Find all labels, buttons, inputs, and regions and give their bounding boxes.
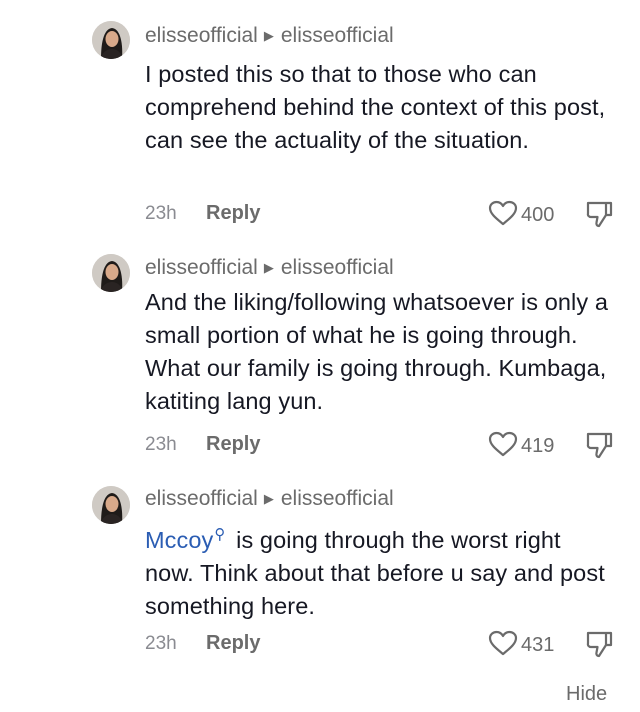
thumbs-down-icon xyxy=(584,201,614,233)
heart-outline-icon xyxy=(488,630,518,661)
reply-to-name[interactable]: elisseofficial xyxy=(281,487,394,510)
reply-button[interactable]: Reply xyxy=(206,202,260,225)
like-count: 419 xyxy=(521,435,555,457)
like-button[interactable]: 431 xyxy=(488,630,554,661)
timestamp: 23h xyxy=(145,203,177,224)
thumbs-down-icon xyxy=(584,631,614,663)
mention-link[interactable]: Mccoy xyxy=(145,527,213,553)
avatar[interactable] xyxy=(92,21,130,59)
like-count: 400 xyxy=(521,204,555,226)
avatar[interactable] xyxy=(92,486,130,524)
author-name[interactable]: elisseofficial xyxy=(145,487,258,510)
comment-meta: elisseofficial ▶ elisseofficial xyxy=(145,24,394,48)
avatar[interactable] xyxy=(92,254,130,292)
hide-replies-button[interactable]: Hide xyxy=(566,683,607,706)
comment-meta: elisseofficial ▶ elisseofficial xyxy=(145,256,394,280)
dislike-button[interactable] xyxy=(584,199,614,234)
heart-outline-icon xyxy=(488,200,518,231)
play-arrow-icon: ▶ xyxy=(263,28,274,43)
comment-text: Mccoy⚲ is going through the worst right … xyxy=(145,518,615,623)
heart-outline-icon xyxy=(488,431,518,462)
search-icon: ⚲ xyxy=(214,526,226,543)
reply-to-name[interactable]: elisseofficial xyxy=(281,256,394,279)
reply-to-name[interactable]: elisseofficial xyxy=(281,24,394,47)
like-button[interactable]: 419 xyxy=(488,431,554,462)
dislike-button[interactable] xyxy=(584,629,614,664)
comment-text: And the liking/following whatsoever is o… xyxy=(145,289,609,414)
author-name[interactable]: elisseofficial xyxy=(145,24,258,47)
like-button[interactable]: 400 xyxy=(488,200,554,231)
author-name[interactable]: elisseofficial xyxy=(145,256,258,279)
comment-meta: elisseofficial ▶ elisseofficial xyxy=(145,487,394,511)
like-count: 431 xyxy=(521,634,555,656)
reply-button[interactable]: Reply xyxy=(206,433,260,456)
reply-button[interactable]: Reply xyxy=(206,632,260,655)
timestamp: 23h xyxy=(145,633,177,654)
comment-text: I posted this so that to those who can c… xyxy=(145,61,606,153)
dislike-button[interactable] xyxy=(584,430,614,465)
timestamp: 23h xyxy=(145,434,177,455)
thumbs-down-icon xyxy=(584,432,614,464)
play-arrow-icon: ▶ xyxy=(263,260,274,275)
play-arrow-icon: ▶ xyxy=(263,491,274,506)
